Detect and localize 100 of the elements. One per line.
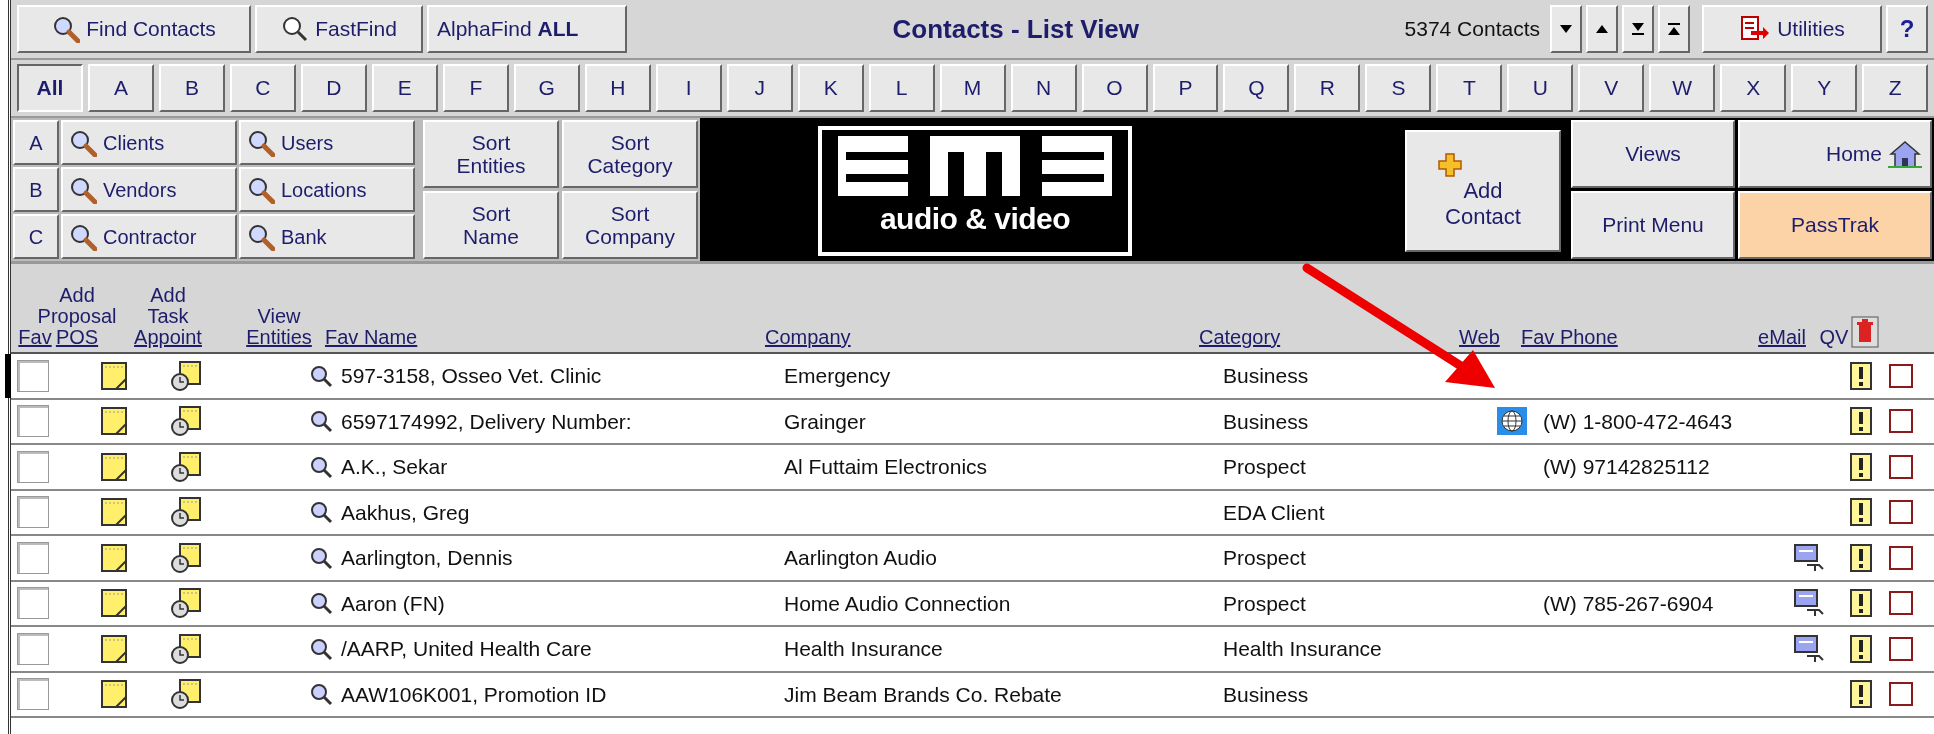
delete-checkbox[interactable] [1889, 682, 1913, 707]
letter-tab[interactable]: V [1578, 64, 1645, 112]
letter-tab[interactable]: C [229, 64, 296, 112]
find-group-button[interactable]: Bank [239, 214, 415, 259]
group-letter-button[interactable]: A [13, 120, 59, 165]
column-sort-link[interactable]: Web [1459, 327, 1500, 348]
column-sort-link[interactable]: Fav Phone [1521, 327, 1618, 348]
letter-tab[interactable]: Q [1223, 64, 1290, 112]
sort-button[interactable]: Sort Company [562, 191, 698, 259]
letter-tab[interactable]: L [868, 64, 935, 112]
favorite-checkbox[interactable] [17, 541, 49, 574]
delete-checkbox[interactable] [1889, 591, 1913, 616]
group-letter-button[interactable]: B [13, 167, 59, 212]
find-group-button[interactable]: Clients [61, 120, 237, 165]
message-icon[interactable] [1793, 588, 1825, 619]
column-sort-link[interactable]: Category [1199, 327, 1281, 348]
find-group-button[interactable]: Users [239, 120, 415, 165]
calendar-clock-icon[interactable] [170, 632, 202, 665]
delete-checkbox[interactable] [1889, 500, 1913, 525]
letter-tab[interactable]: W [1649, 64, 1716, 112]
letter-tab[interactable]: S [1365, 64, 1432, 112]
sort-button[interactable]: Sort Category [562, 120, 698, 188]
note-icon[interactable] [100, 679, 128, 710]
calendar-clock-icon[interactable] [170, 587, 202, 620]
search-icon[interactable] [309, 636, 333, 661]
letter-tab[interactable]: O [1081, 64, 1148, 112]
group-letter-button[interactable]: C [13, 214, 59, 259]
find-group-button[interactable]: Vendors [61, 167, 237, 212]
delete-checkbox[interactable] [1889, 363, 1913, 388]
letter-tab[interactable]: N [1010, 64, 1077, 112]
utilities-button[interactable]: Utilities [1702, 5, 1882, 53]
favorite-checkbox[interactable] [17, 496, 49, 529]
column-sort-link[interactable]: Appoint [134, 327, 202, 348]
letter-tab[interactable]: X [1720, 64, 1787, 112]
search-icon[interactable] [309, 682, 333, 707]
scroll-up-button[interactable] [1586, 5, 1618, 53]
sort-button[interactable]: Sort Name [423, 191, 559, 259]
delete-checkbox[interactable] [1889, 409, 1913, 434]
delete-checkbox[interactable] [1889, 454, 1913, 479]
nav-button[interactable]: PassTrak [1738, 191, 1932, 259]
calendar-clock-icon[interactable] [170, 450, 202, 483]
letter-tab[interactable]: R [1294, 64, 1361, 112]
delete-checkbox[interactable] [1889, 545, 1913, 570]
globe-icon[interactable] [1497, 407, 1527, 436]
letter-tab[interactable]: H [584, 64, 651, 112]
note-icon[interactable] [100, 542, 128, 573]
note-icon[interactable] [100, 451, 128, 482]
message-icon[interactable] [1793, 633, 1825, 664]
calendar-clock-icon[interactable] [170, 359, 202, 392]
letter-tab[interactable]: G [513, 64, 580, 112]
letter-tab[interactable]: U [1507, 64, 1574, 112]
last-record-button[interactable] [1622, 5, 1654, 53]
calendar-clock-icon[interactable] [170, 496, 202, 529]
add-contact-button[interactable]: Add Contact [1405, 130, 1561, 252]
favorite-checkbox[interactable] [17, 405, 49, 438]
column-sort-link[interactable]: Entities [246, 327, 312, 348]
document-alert-icon[interactable] [1849, 451, 1873, 482]
letter-tab[interactable]: K [797, 64, 864, 112]
search-icon[interactable] [309, 454, 333, 479]
search-icon[interactable] [309, 409, 333, 434]
favorite-checkbox[interactable] [17, 450, 49, 483]
find-contacts-button[interactable]: Find Contacts [17, 5, 251, 53]
column-sort-link[interactable]: POS [55, 327, 99, 348]
letter-tab[interactable]: I [655, 64, 722, 112]
message-icon[interactable] [1793, 542, 1825, 573]
document-alert-icon[interactable] [1849, 633, 1873, 664]
note-icon[interactable] [100, 633, 128, 664]
column-sort-link[interactable]: Company [765, 327, 851, 348]
column-sort-link[interactable]: Fav Name [325, 327, 418, 348]
letter-tab[interactable]: J [726, 64, 793, 112]
favorite-checkbox[interactable] [17, 632, 49, 665]
alphafind-button[interactable]: AlphaFind ALL [427, 5, 627, 53]
scroll-down-button[interactable] [1550, 5, 1582, 53]
find-group-button[interactable]: Contractor [61, 214, 237, 259]
fastfind-button[interactable]: FastFind [255, 5, 423, 53]
nav-button[interactable]: Home [1738, 120, 1932, 188]
note-icon[interactable] [100, 360, 128, 391]
find-group-button[interactable]: Locations [239, 167, 415, 212]
favorite-checkbox[interactable] [17, 678, 49, 711]
document-alert-icon[interactable] [1849, 679, 1873, 710]
favorite-checkbox[interactable] [17, 587, 49, 620]
help-button[interactable]: ? [1886, 5, 1928, 53]
calendar-clock-icon[interactable] [170, 405, 202, 438]
note-icon[interactable] [100, 406, 128, 437]
search-icon[interactable] [309, 500, 333, 525]
delete-checkbox[interactable] [1889, 636, 1913, 661]
sort-button[interactable]: Sort Entities [423, 120, 559, 188]
note-icon[interactable] [100, 497, 128, 528]
search-icon[interactable] [309, 591, 333, 616]
letter-tab[interactable]: E [371, 64, 438, 112]
search-icon[interactable] [309, 545, 333, 570]
document-alert-icon[interactable] [1849, 588, 1873, 619]
nav-button[interactable]: Views [1571, 120, 1735, 188]
first-record-button[interactable] [1658, 5, 1690, 53]
calendar-clock-icon[interactable] [170, 541, 202, 574]
note-icon[interactable] [100, 588, 128, 619]
letter-tab[interactable]: P [1152, 64, 1219, 112]
letter-tab[interactable]: Z [1862, 64, 1929, 112]
letter-tab[interactable]: A [87, 64, 154, 112]
column-sort-link[interactable]: eMail [1758, 327, 1806, 348]
